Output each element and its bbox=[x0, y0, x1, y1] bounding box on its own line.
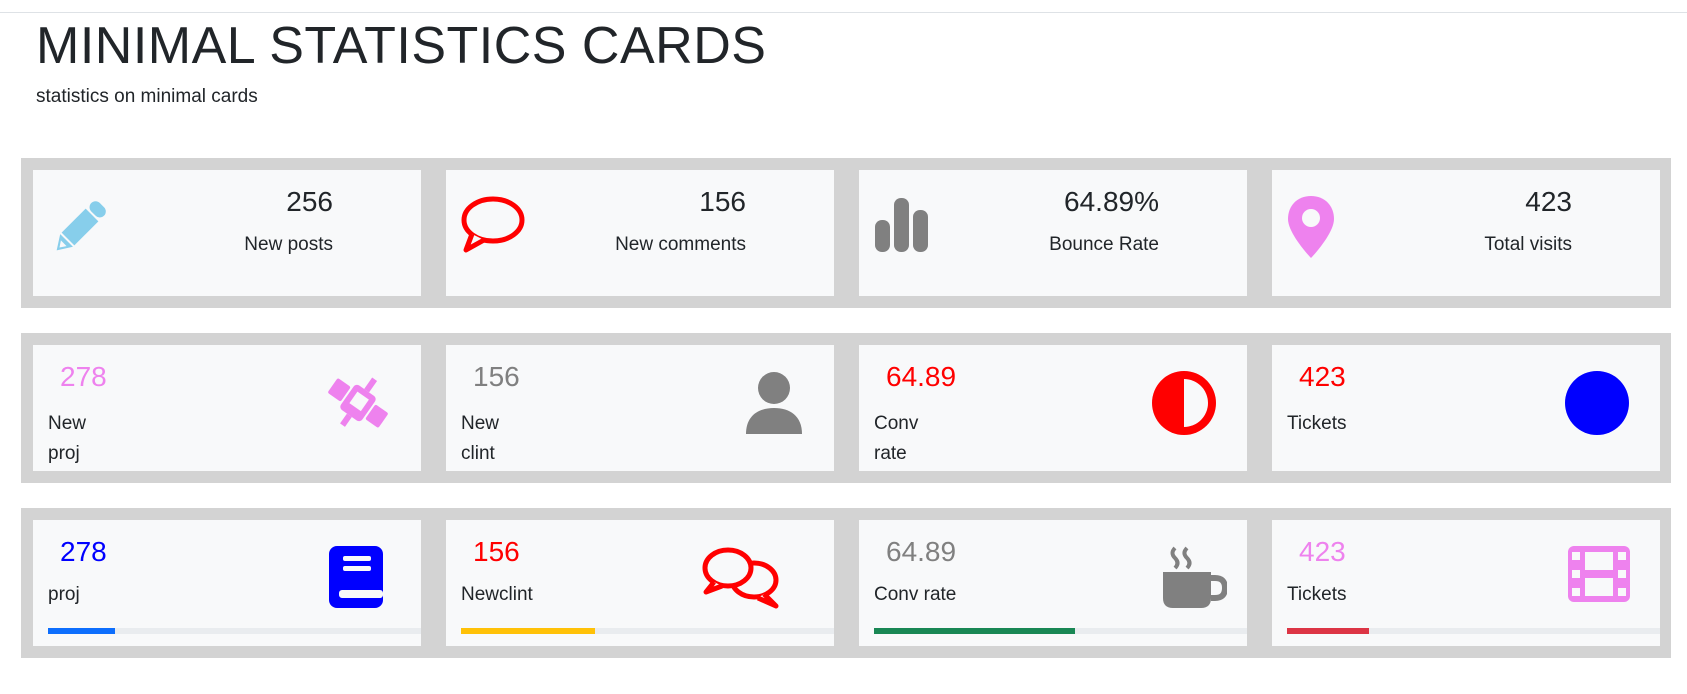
speech-bubble-icon bbox=[460, 194, 526, 254]
rocket-icon bbox=[325, 370, 391, 436]
card-conv-rate-2: 64.89 Conv rate bbox=[859, 520, 1247, 646]
progress-fill bbox=[1287, 628, 1370, 634]
page-subtitle: statistics on minimal cards bbox=[36, 86, 258, 107]
comments-icon bbox=[700, 544, 782, 610]
stat-value: 64.89 bbox=[886, 536, 957, 567]
stat-label: New proj bbox=[48, 413, 87, 464]
stat-value: 156 bbox=[699, 186, 746, 217]
card-proj: 278 proj bbox=[33, 520, 421, 646]
stat-label: Conv rate bbox=[874, 584, 957, 605]
stat-value: 256 bbox=[286, 186, 333, 217]
stat-label: Newclint bbox=[461, 584, 533, 605]
progress-fill bbox=[874, 628, 1076, 634]
progress-bar bbox=[48, 628, 421, 634]
stat-label: Tickets bbox=[1287, 413, 1347, 434]
card-bounce-rate: 64.89% Bounce Rate bbox=[859, 170, 1247, 296]
stat-label: Bounce Rate bbox=[1049, 234, 1159, 255]
stats-row-1: 256 New posts 156 New comments 64.89% Bo… bbox=[21, 158, 1671, 308]
card-conv-rate: 64.89 Conv rate bbox=[859, 345, 1247, 471]
card-tickets-2: 423 Tickets bbox=[1272, 520, 1660, 646]
stat-value: 278 bbox=[60, 536, 107, 567]
half-circle-icon bbox=[1151, 370, 1217, 436]
stat-value: 64.89 bbox=[886, 361, 957, 392]
card-new-proj: 278 New proj bbox=[33, 345, 421, 471]
card-new-comments: 156 New comments bbox=[446, 170, 834, 296]
stat-label: proj bbox=[48, 584, 80, 605]
card-newclint: 156 Newclint bbox=[446, 520, 834, 646]
card-new-clint: 156 New clint bbox=[446, 345, 834, 471]
progress-bar bbox=[1287, 628, 1660, 634]
stat-value: 423 bbox=[1299, 361, 1346, 392]
top-divider bbox=[0, 12, 1687, 13]
stat-label: New comments bbox=[615, 234, 746, 255]
stat-value: 423 bbox=[1525, 186, 1572, 217]
stats-row-3: 278 proj 156 Newclint 64.89 Conv rate 42… bbox=[21, 508, 1671, 658]
page-title: MINIMAL STATISTICS CARDS bbox=[36, 17, 767, 75]
card-new-posts: 256 New posts bbox=[33, 170, 421, 296]
card-tickets: 423 Tickets bbox=[1272, 345, 1660, 471]
stat-value: 278 bbox=[60, 361, 107, 392]
map-marker-icon bbox=[1286, 194, 1336, 260]
stats-row-2: 278 New proj 156 New clint 64.89 Conv ra… bbox=[21, 333, 1671, 483]
user-icon bbox=[744, 370, 804, 436]
stat-label: New clint bbox=[461, 413, 500, 464]
stat-value: 156 bbox=[473, 361, 520, 392]
stat-label: Total visits bbox=[1484, 234, 1572, 255]
progress-fill bbox=[48, 628, 116, 634]
circle-icon bbox=[1564, 370, 1630, 436]
book-icon bbox=[327, 544, 385, 610]
stat-label: Tickets bbox=[1287, 584, 1347, 605]
card-total-visits: 423 Total visits bbox=[1272, 170, 1660, 296]
pencil-icon bbox=[47, 194, 113, 260]
stat-value: 423 bbox=[1299, 536, 1346, 567]
coffee-icon bbox=[1161, 544, 1227, 610]
progress-bar bbox=[461, 628, 834, 634]
stat-value: 64.89% bbox=[1064, 186, 1159, 217]
film-icon bbox=[1566, 544, 1632, 604]
progress-bar bbox=[874, 628, 1247, 634]
stat-label: Conv rate bbox=[874, 413, 919, 464]
progress-fill bbox=[461, 628, 596, 634]
stat-label: New posts bbox=[244, 234, 333, 255]
stat-value: 156 bbox=[473, 536, 520, 567]
bar-chart-icon bbox=[873, 194, 931, 254]
